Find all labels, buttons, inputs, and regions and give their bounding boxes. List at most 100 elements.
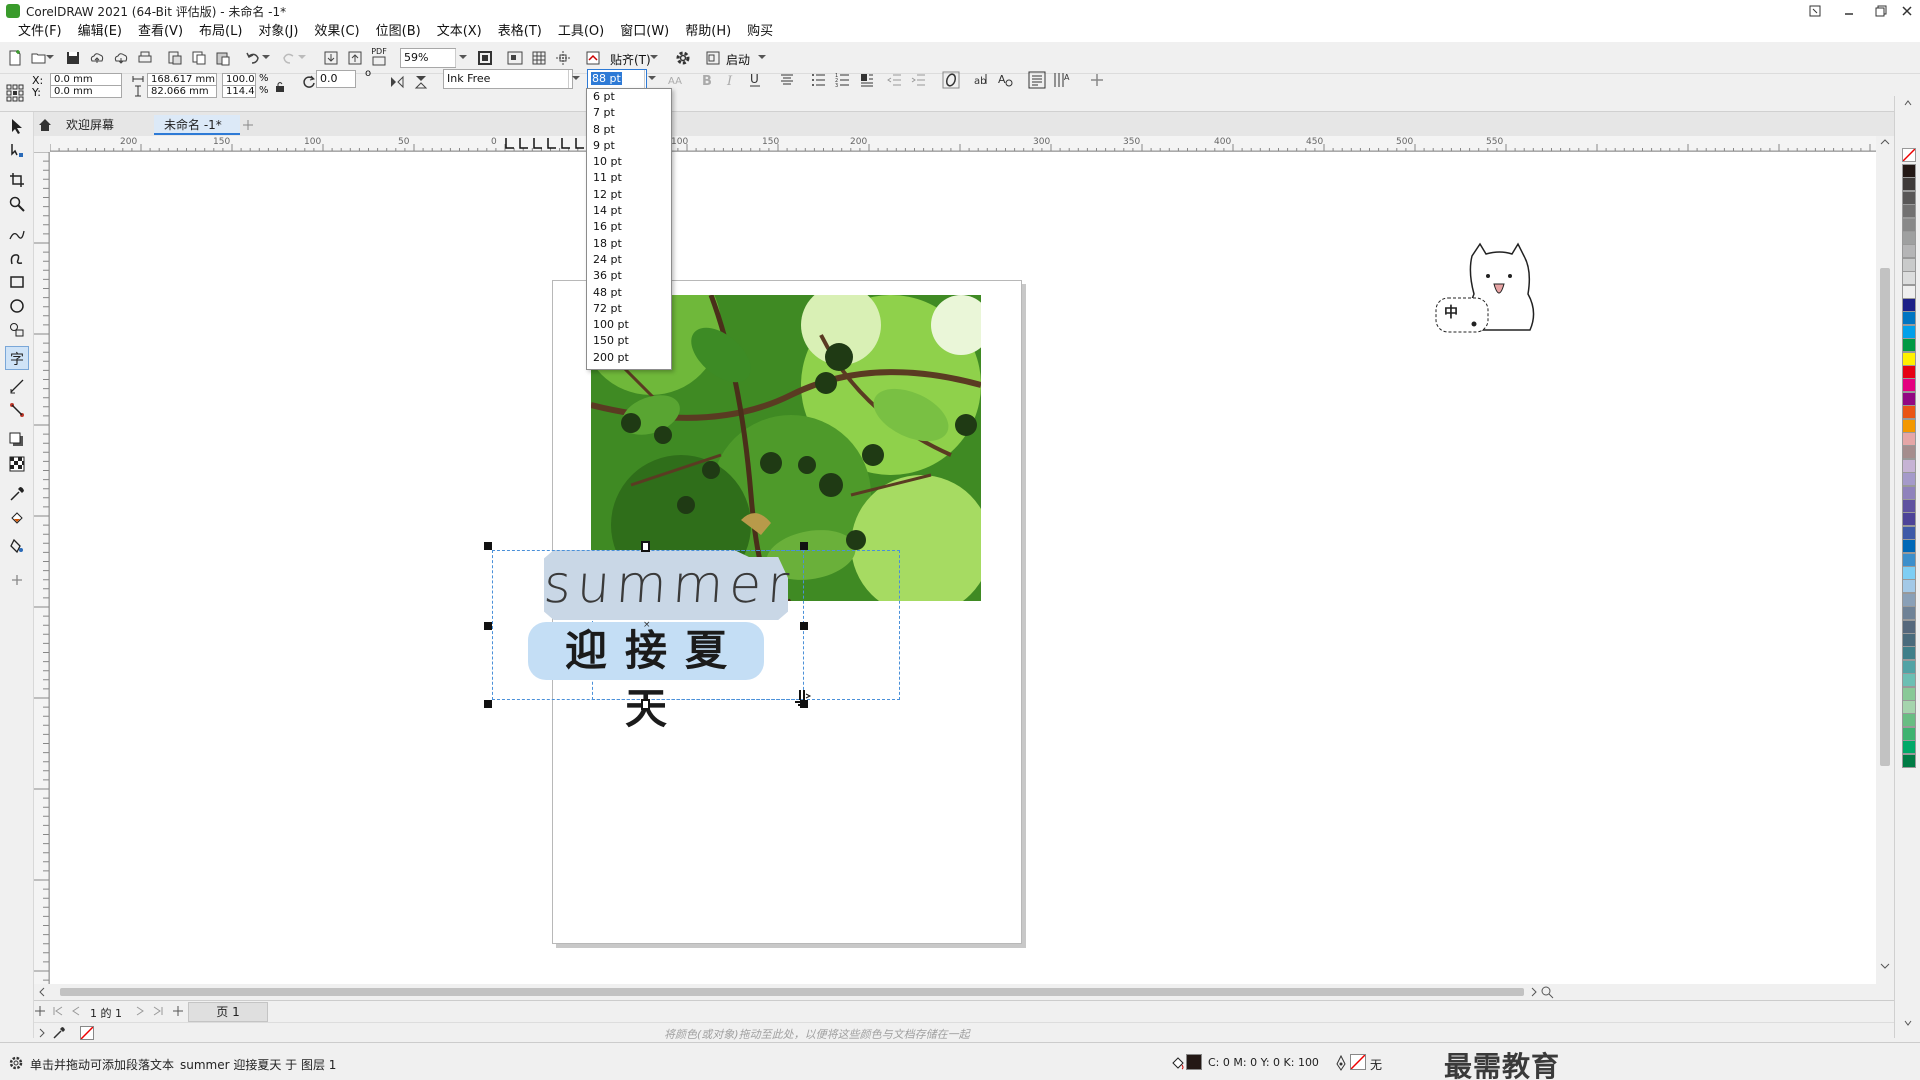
palette-swatch[interactable] xyxy=(1902,445,1916,460)
snap-to-icon[interactable] xyxy=(582,47,604,69)
add-page-before-icon[interactable] xyxy=(34,1005,46,1017)
palette-scroll-down-icon[interactable] xyxy=(1904,1020,1912,1026)
height-field[interactable]: 82.066 mm xyxy=(147,85,217,98)
outline-color-swatch[interactable] xyxy=(1350,1054,1366,1070)
palette-swatch[interactable] xyxy=(1902,700,1916,714)
scale-y-field[interactable]: 114.4 xyxy=(222,85,256,98)
font-size-field[interactable]: 88 pt xyxy=(587,69,647,89)
palette-swatch[interactable] xyxy=(1902,726,1916,741)
vertical-ruler[interactable] xyxy=(34,152,50,984)
font-size-option[interactable]: 12 pt xyxy=(587,187,671,203)
previous-page-icon[interactable] xyxy=(70,1005,82,1017)
import-icon[interactable] xyxy=(320,47,342,69)
character-formatting-icon[interactable]: A xyxy=(994,69,1016,91)
menu-tools[interactable]: 工具(O) xyxy=(550,22,612,42)
next-page-icon[interactable] xyxy=(134,1005,146,1017)
lock-ratio-icon[interactable] xyxy=(272,76,288,98)
rotation-field[interactable]: 0.0 xyxy=(316,70,356,88)
vertical-scrollbar[interactable] xyxy=(1876,136,1894,984)
new-document-icon[interactable] xyxy=(4,47,26,69)
menu-layout[interactable]: 布局(L) xyxy=(191,22,250,42)
object-origin-icon[interactable] xyxy=(4,82,26,104)
save-icon[interactable] xyxy=(62,47,84,69)
menu-effects[interactable]: 效果(C) xyxy=(306,22,367,42)
column-handle-icon[interactable] xyxy=(794,688,812,708)
crop-tool-icon[interactable] xyxy=(5,168,29,192)
palette-swatch[interactable] xyxy=(1902,298,1916,312)
full-screen-preview-icon[interactable] xyxy=(504,47,526,69)
palette-swatch[interactable] xyxy=(1902,324,1916,339)
palette-swatch[interactable] xyxy=(1902,686,1916,701)
ellipse-tool-icon[interactable] xyxy=(5,294,29,318)
home-icon[interactable] xyxy=(34,115,56,135)
font-size-option[interactable]: 6 pt xyxy=(587,89,671,105)
fill-color-swatch[interactable] xyxy=(1186,1054,1202,1070)
interactive-fill-tool-icon[interactable] xyxy=(5,506,29,530)
pick-tool-icon[interactable] xyxy=(5,114,29,138)
palette-swatch[interactable] xyxy=(1902,485,1916,500)
smart-fill-tool-icon[interactable] xyxy=(5,534,29,558)
drawing-canvas[interactable]: summer 迎接夏天 × 中 xyxy=(50,152,1876,984)
font-size-chevron-icon[interactable] xyxy=(644,70,658,88)
doc-palette-eyedropper-icon[interactable] xyxy=(52,1026,66,1040)
palette-swatch[interactable] xyxy=(1902,499,1916,513)
bulleted-list-icon[interactable] xyxy=(808,69,830,91)
font-list-field[interactable]: Ink Free xyxy=(443,69,573,89)
palette-swatch[interactable] xyxy=(1902,633,1916,647)
mirror-horizontal-icon[interactable] xyxy=(386,71,408,93)
palette-swatch[interactable] xyxy=(1902,646,1916,661)
zoom-level-field[interactable]: 59% xyxy=(400,48,456,68)
palette-swatch[interactable] xyxy=(1902,190,1916,205)
palette-swatch[interactable] xyxy=(1902,405,1916,420)
handle-bottom-middle[interactable] xyxy=(641,699,650,710)
zoom-navigator-icon[interactable] xyxy=(1540,985,1554,999)
palette-swatch[interactable] xyxy=(1902,351,1916,366)
fill-bucket-icon[interactable] xyxy=(1170,1055,1186,1071)
menu-object[interactable]: 对象(J) xyxy=(250,22,306,42)
opentype-icon[interactable] xyxy=(940,69,962,91)
palette-swatch[interactable] xyxy=(1902,753,1916,768)
cloud-upload-icon[interactable] xyxy=(86,47,108,69)
copy-icon[interactable] xyxy=(188,47,210,69)
text-align-icon[interactable] xyxy=(776,69,798,91)
text-tool-icon[interactable]: 字 xyxy=(5,346,29,370)
outline-pen-icon[interactable] xyxy=(1334,1055,1348,1071)
palette-swatch[interactable] xyxy=(1902,217,1916,232)
text-properties-icon[interactable]: ab xyxy=(970,69,992,91)
snap-dropdown-chevron-icon[interactable] xyxy=(648,47,660,69)
palette-swatch[interactable] xyxy=(1902,418,1916,433)
horizontal-ruler[interactable]: 200 150 100 50 0 100 150 200 300 350 400… xyxy=(50,136,1894,152)
first-page-icon[interactable] xyxy=(52,1005,64,1017)
palette-swatch[interactable] xyxy=(1902,740,1916,755)
font-size-option[interactable]: 7 pt xyxy=(587,105,671,121)
menu-table[interactable]: 表格(T) xyxy=(490,22,550,42)
palette-swatch[interactable] xyxy=(1902,177,1916,192)
font-size-option[interactable]: 150 pt xyxy=(587,333,671,349)
font-size-option[interactable]: 100 pt xyxy=(587,317,671,333)
drop-shadow-tool-icon[interactable] xyxy=(5,428,29,452)
palette-swatch[interactable] xyxy=(1902,391,1916,406)
bold-icon[interactable]: B xyxy=(696,69,718,91)
palette-swatch[interactable] xyxy=(1902,566,1916,580)
minimize-button[interactable] xyxy=(1834,0,1864,22)
vertical-scroll-thumb[interactable] xyxy=(1880,268,1890,766)
zoom-tool-icon[interactable] xyxy=(5,192,29,216)
palette-swatch[interactable] xyxy=(1902,472,1916,487)
transparency-tool-icon[interactable] xyxy=(5,452,29,476)
launch-label[interactable]: 启动 xyxy=(726,51,750,68)
palette-swatch[interactable] xyxy=(1902,579,1916,594)
shape-tool-icon[interactable] xyxy=(5,138,29,162)
scroll-down-icon[interactable] xyxy=(1880,962,1890,970)
font-size-option[interactable]: 14 pt xyxy=(587,203,671,219)
palette-swatch[interactable] xyxy=(1902,525,1916,540)
options-gear-icon[interactable] xyxy=(672,47,694,69)
export-pdf-icon[interactable]: PDF xyxy=(368,45,390,67)
palette-swatch[interactable] xyxy=(1902,552,1916,567)
handle-top-right[interactable] xyxy=(800,542,808,550)
help-window-icon[interactable] xyxy=(1800,0,1830,22)
menu-text[interactable]: 文本(X) xyxy=(429,22,490,42)
italic-icon[interactable]: I xyxy=(720,69,742,91)
handle-bottom-left[interactable] xyxy=(484,700,492,708)
decrease-indent-icon[interactable] xyxy=(884,69,906,91)
palette-swatch[interactable] xyxy=(1902,432,1916,446)
